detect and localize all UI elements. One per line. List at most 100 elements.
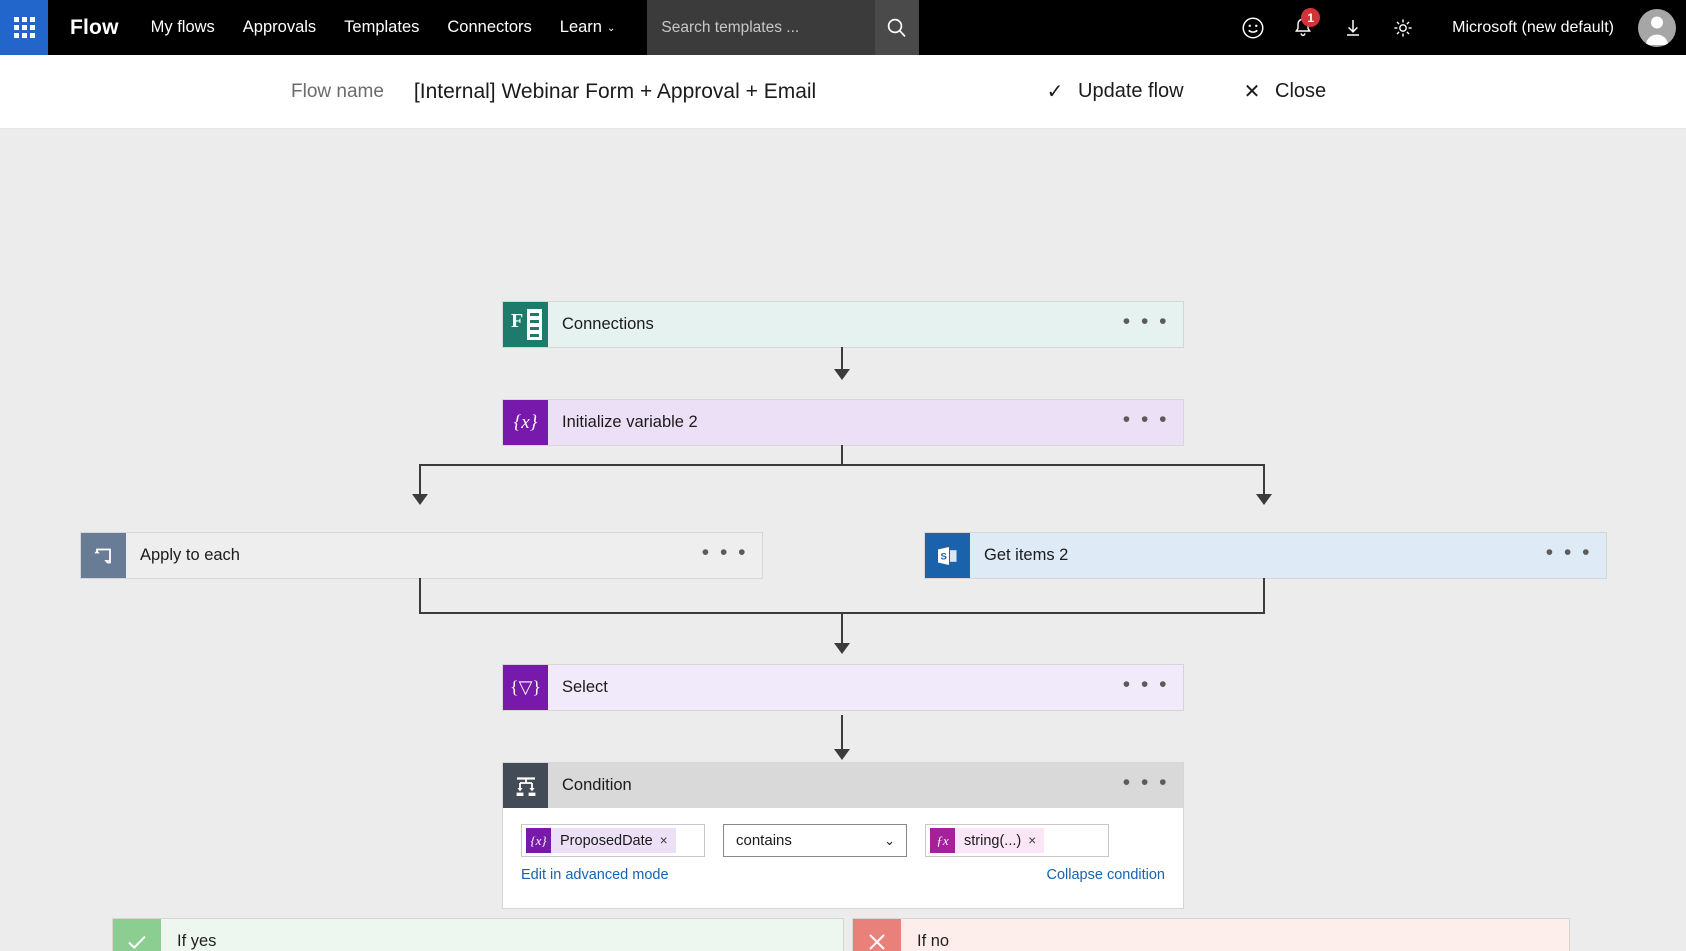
node-title: Connections xyxy=(562,315,654,334)
expression-token[interactable]: ƒx string(...) × xyxy=(930,828,1044,853)
user-avatar-button[interactable] xyxy=(1628,0,1686,55)
connector-line xyxy=(419,464,1265,466)
sharepoint-icon: S xyxy=(925,533,970,578)
person-icon xyxy=(1638,9,1676,47)
branch-glyph-icon xyxy=(513,773,539,799)
select-icon-text: {▽} xyxy=(510,677,541,698)
node-menu-button[interactable]: • • • xyxy=(1123,772,1169,799)
flow-name-label: Flow name xyxy=(291,81,384,103)
app-launcher-button[interactable] xyxy=(0,0,48,55)
node-body: Apply to each • • • xyxy=(126,533,762,578)
branch-label: If no xyxy=(901,919,1569,951)
nav-label: Connectors xyxy=(447,18,531,37)
waffle-icon xyxy=(14,17,35,38)
branch-if-yes-header[interactable]: If yes xyxy=(113,919,843,951)
node-menu-button[interactable]: • • • xyxy=(702,542,748,569)
connector-line xyxy=(841,612,843,645)
flow-node-get-items[interactable]: S Get items 2 • • • xyxy=(925,533,1606,578)
condition-panel: Condition • • • {x} ProposedDate × conta… xyxy=(503,763,1183,908)
node-title: Initialize variable 2 xyxy=(562,413,698,432)
flow-node-select[interactable]: {▽} Select • • • xyxy=(503,665,1183,710)
loop-icon xyxy=(81,533,126,578)
chevron-down-icon: ⌄ xyxy=(607,24,615,34)
download-button[interactable] xyxy=(1328,0,1378,55)
branch-label: If yes xyxy=(161,919,843,951)
node-menu-button[interactable]: • • • xyxy=(1123,409,1169,436)
check-glyph-icon xyxy=(124,929,150,951)
connector-arrow xyxy=(412,494,428,505)
node-body: Get items 2 • • • xyxy=(970,533,1606,578)
nav-label: Templates xyxy=(344,18,419,37)
remove-token-icon[interactable]: × xyxy=(1028,833,1044,848)
variable-token[interactable]: {x} ProposedDate × xyxy=(526,828,676,853)
nav-item-learn[interactable]: Learn ⌄ xyxy=(546,0,630,55)
node-title: Condition xyxy=(562,776,632,795)
settings-button[interactable] xyxy=(1378,0,1428,55)
connector-arrow xyxy=(834,369,850,380)
nav-item-connectors[interactable]: Connectors xyxy=(433,0,545,55)
nav-label: My flows xyxy=(151,18,215,37)
node-body: Initialize variable 2 • • • xyxy=(548,400,1183,445)
notification-badge: 1 xyxy=(1301,8,1320,27)
loop-arrow-icon xyxy=(91,543,117,569)
download-icon xyxy=(1341,16,1365,40)
flow-designer-canvas: F Connections • • • {x} Initialize varia… xyxy=(0,129,1686,951)
branch-if-no-header[interactable]: If no xyxy=(853,919,1569,951)
node-title: Select xyxy=(562,678,608,697)
flow-node-condition[interactable]: Condition • • • xyxy=(503,763,1183,808)
nav-label: Approvals xyxy=(243,18,316,37)
nav-item-approvals[interactable]: Approvals xyxy=(229,0,330,55)
close-button[interactable]: ✕ Close xyxy=(1239,79,1326,104)
update-flow-button[interactable]: ✓ Update flow xyxy=(1042,79,1184,104)
function-icon: ƒx xyxy=(930,828,955,853)
node-menu-button[interactable]: • • • xyxy=(1123,311,1169,338)
feedback-button[interactable] xyxy=(1228,0,1278,55)
remove-token-icon[interactable]: × xyxy=(660,833,676,848)
cross-glyph-icon xyxy=(864,929,890,951)
condition-expression-row: {x} ProposedDate × contains ⌄ ƒx string(… xyxy=(503,808,1183,857)
condition-links-row: Edit in advanced mode Collapse condition xyxy=(503,857,1183,883)
node-menu-button[interactable]: • • • xyxy=(1546,542,1592,569)
nav-item-my-flows[interactable]: My flows xyxy=(137,0,229,55)
close-icon: ✕ xyxy=(1239,79,1265,104)
flow-node-apply-to-each[interactable]: Apply to each • • • xyxy=(81,533,762,578)
connector-arrow xyxy=(834,749,850,760)
primary-nav: My flows Approvals Templates Connectors … xyxy=(137,0,630,55)
node-menu-button[interactable]: • • • xyxy=(1123,674,1169,701)
variable-icon: {x} xyxy=(526,828,551,853)
top-nav-right-actions: 1 Microsoft (new default) xyxy=(1228,0,1686,55)
notifications-button[interactable]: 1 xyxy=(1278,0,1328,55)
check-icon xyxy=(113,919,161,951)
avatar xyxy=(1638,9,1676,47)
edit-advanced-mode-link[interactable]: Edit in advanced mode xyxy=(521,867,669,883)
operator-value: contains xyxy=(736,832,792,849)
brand-flow[interactable]: Flow xyxy=(48,0,137,55)
branch-if-yes: If yes Send an email • • • xyxy=(113,919,843,951)
condition-branch-icon xyxy=(503,763,548,808)
microsoft-forms-icon: F xyxy=(503,302,548,347)
tenant-name[interactable]: Microsoft (new default) xyxy=(1428,0,1628,55)
select-icon: {▽} xyxy=(503,665,548,710)
flow-name-value[interactable]: [Internal] Webinar Form + Approval + Ema… xyxy=(414,80,816,104)
token-label: string(...) xyxy=(955,833,1028,849)
connector-arrow xyxy=(1256,494,1272,505)
search-button[interactable] xyxy=(875,0,919,55)
flow-node-connections[interactable]: F Connections • • • xyxy=(503,302,1183,347)
search-input[interactable] xyxy=(647,0,875,55)
token-label: ProposedDate xyxy=(551,833,660,849)
node-title: Apply to each xyxy=(140,546,240,565)
branch-if-no: If no Start an approval • • • xyxy=(853,919,1569,951)
node-body: Condition • • • xyxy=(548,763,1183,808)
condition-left-operand[interactable]: {x} ProposedDate × xyxy=(521,824,705,857)
check-icon: ✓ xyxy=(1042,79,1068,104)
connector-line xyxy=(1263,464,1265,496)
condition-right-operand[interactable]: ƒx string(...) × xyxy=(925,824,1109,857)
collapse-condition-link[interactable]: Collapse condition xyxy=(1047,867,1166,883)
close-label: Close xyxy=(1275,80,1326,103)
search-icon xyxy=(885,16,909,40)
smiley-icon xyxy=(1240,15,1266,41)
flow-node-initialize-variable[interactable]: {x} Initialize variable 2 • • • xyxy=(503,400,1183,445)
node-body: Connections • • • xyxy=(548,302,1183,347)
condition-operator-dropdown[interactable]: contains ⌄ xyxy=(723,824,907,857)
nav-item-templates[interactable]: Templates xyxy=(330,0,433,55)
